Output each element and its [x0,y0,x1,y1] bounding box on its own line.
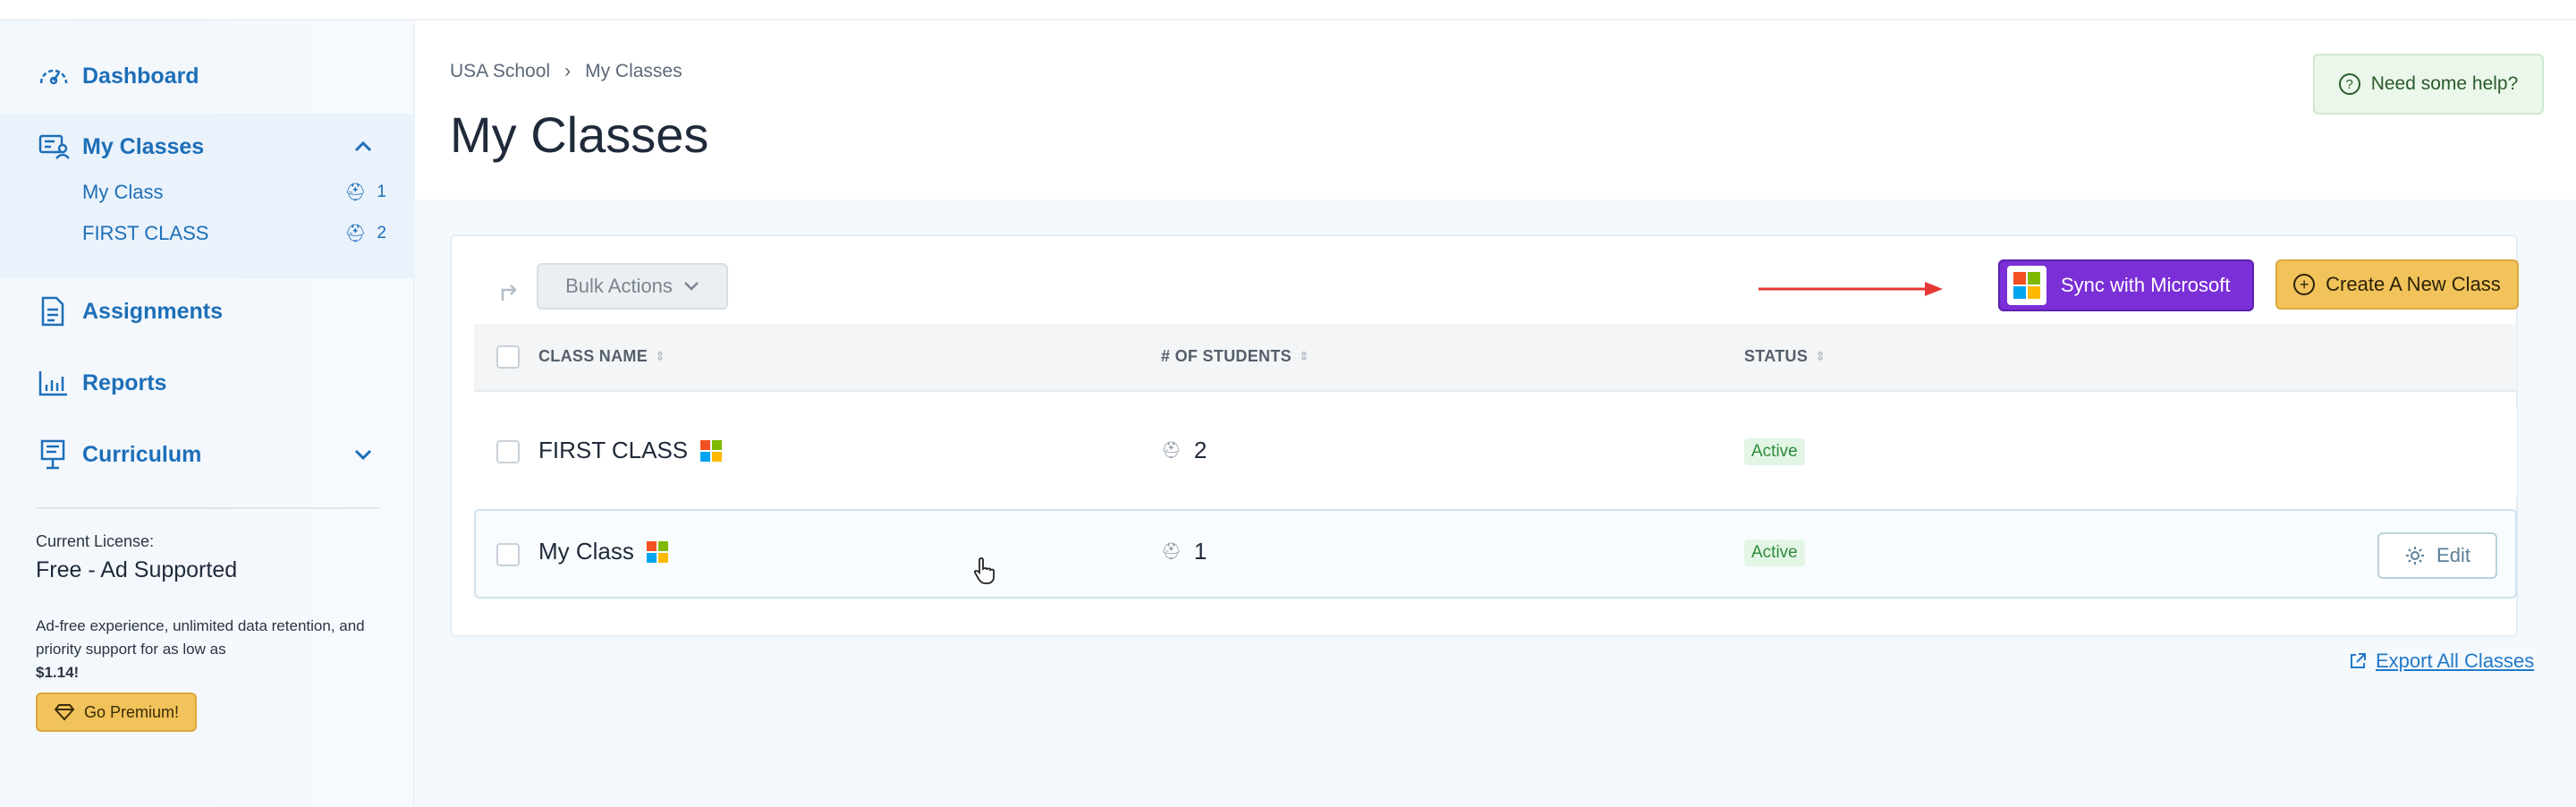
main-header-area [415,21,2576,200]
student-cap-icon: ⛑ [1161,542,1182,560]
table-header: CLASS NAME ⇕ # OF STUDENTS ⇕ STATUS ⇕ [474,324,2517,392]
sidebar-item-reports[interactable]: Reports [0,358,415,408]
sidebar-subitem-my-class[interactable]: My Class ⛑ 1 [82,174,386,210]
hand-cursor-icon [973,557,995,584]
question-icon: ? [2338,73,2360,95]
license-plan: Free - Ad Supported [36,557,238,582]
diamond-icon [54,704,75,721]
column-header-class-name[interactable]: CLASS NAME ⇕ [538,347,665,366]
subitem-count: 2 [377,224,386,242]
external-link-icon [2351,653,2366,668]
license-description-text: Ad-free experience, unlimited data reten… [36,617,365,658]
student-cap-icon: ⛑ [344,183,367,202]
top-border [0,0,2576,21]
dashboard-gauge-icon [36,58,72,94]
microsoft-logo-icon [700,439,723,462]
need-help-label: Need some help? [2370,73,2519,94]
student-cap-icon: ⛑ [1161,441,1182,459]
bulk-actions-dropdown[interactable]: Bulk Actions [537,263,728,310]
class-name: My Class [538,538,634,565]
students-cell: ⛑ 2 [1161,437,1207,464]
sidebar: Dashboard My Classes My Class ⛑ 1 FIRST C… [0,21,415,807]
breadcrumb-school[interactable]: USA School [450,61,550,82]
table-row[interactable]: FIRST CLASS ⛑ 2 Active [474,408,2517,497]
sync-with-microsoft-button[interactable]: Sync with Microsoft [1998,259,2254,311]
export-label: Export All Classes [2376,650,2535,672]
annotation-arrow [1758,282,1943,296]
license-label: Current License: [36,532,155,550]
subitem-label: My Class [82,181,164,203]
sidebar-item-assignments[interactable]: Assignments [0,286,415,336]
reports-bar-chart-icon [36,365,72,401]
student-count: 1 [1193,538,1208,565]
microsoft-logo-icon [646,540,668,563]
sort-icon: ⇕ [1815,349,1826,363]
chevron-down-icon[interactable] [351,442,376,467]
go-premium-button[interactable]: Go Premium! [36,692,197,732]
classes-icon [36,129,72,165]
go-premium-label: Go Premium! [83,702,180,721]
license-description: Ad-free experience, unlimited data reten… [36,615,385,684]
status-badge: Active [1744,438,1805,465]
status-badge: Active [1744,539,1805,566]
column-label: CLASS NAME [538,347,648,365]
breadcrumb: USA School › My Classes [450,61,682,82]
breadcrumb-current: My Classes [585,61,682,81]
breadcrumb-separator: › [564,61,572,81]
create-class-label: Create A New Class [2326,273,2501,295]
microsoft-logo-icon [2007,266,2046,305]
sidebar-subitem-first-class[interactable]: FIRST CLASS ⛑ 2 [82,216,386,251]
curriculum-presentation-icon [36,437,72,472]
student-count: 2 [1193,437,1208,463]
sidebar-item-label: Dashboard [82,63,199,89]
row-checkbox[interactable] [496,543,520,566]
column-header-status[interactable]: STATUS ⇕ [1744,347,1826,366]
select-all-checkbox[interactable] [496,345,520,369]
sidebar-item-label: Curriculum [82,441,202,467]
bulk-actions-label: Bulk Actions [565,275,673,297]
sync-microsoft-label: Sync with Microsoft [2061,274,2231,296]
create-new-class-button[interactable]: + Create A New Class [2275,259,2519,310]
row-checkbox[interactable] [496,440,520,463]
chevron-down-icon [684,282,699,291]
subitem-count: 1 [377,183,386,201]
column-header-students[interactable]: # OF STUDENTS ⇕ [1161,347,1309,366]
sidebar-item-curriculum[interactable]: Curriculum [0,429,415,480]
student-cap-icon: ⛑ [344,225,367,243]
export-all-classes-link[interactable]: Export All Classes [2349,650,2534,673]
students-cell: ⛑ 1 [1161,538,1207,565]
assignments-icon [36,293,72,329]
edit-label: Edit [2436,544,2470,566]
column-label: # OF STUDENTS [1161,347,1292,365]
sidebar-item-label: Assignments [82,298,223,324]
sidebar-item-label: My Classes [82,133,205,159]
plus-circle-icon: + [2293,274,2316,295]
need-help-button[interactable]: ? Need some help? [2313,54,2544,115]
sort-icon: ⇕ [1298,349,1309,363]
subitem-label: FIRST CLASS [82,222,209,244]
chevron-up-icon[interactable] [351,134,376,159]
sidebar-item-my-classes[interactable]: My Classes [0,122,415,172]
sort-icon: ⇕ [655,349,666,363]
undo-icon[interactable] [494,277,522,306]
edit-class-button[interactable]: Edit [2377,532,2497,579]
sidebar-item-dashboard[interactable]: Dashboard [0,51,415,101]
table-row[interactable]: My Class ⛑ 1 Active Edit [474,509,2517,599]
class-name-cell[interactable]: My Class [538,538,668,565]
license-price: $1.14! [36,664,80,681]
gear-icon [2406,547,2425,565]
sidebar-divider [36,507,379,509]
column-label: STATUS [1744,347,1809,365]
class-name: FIRST CLASS [538,437,689,463]
sidebar-item-label: Reports [82,370,167,395]
page-title: My Classes [450,106,709,163]
class-name-cell[interactable]: FIRST CLASS [538,437,723,464]
